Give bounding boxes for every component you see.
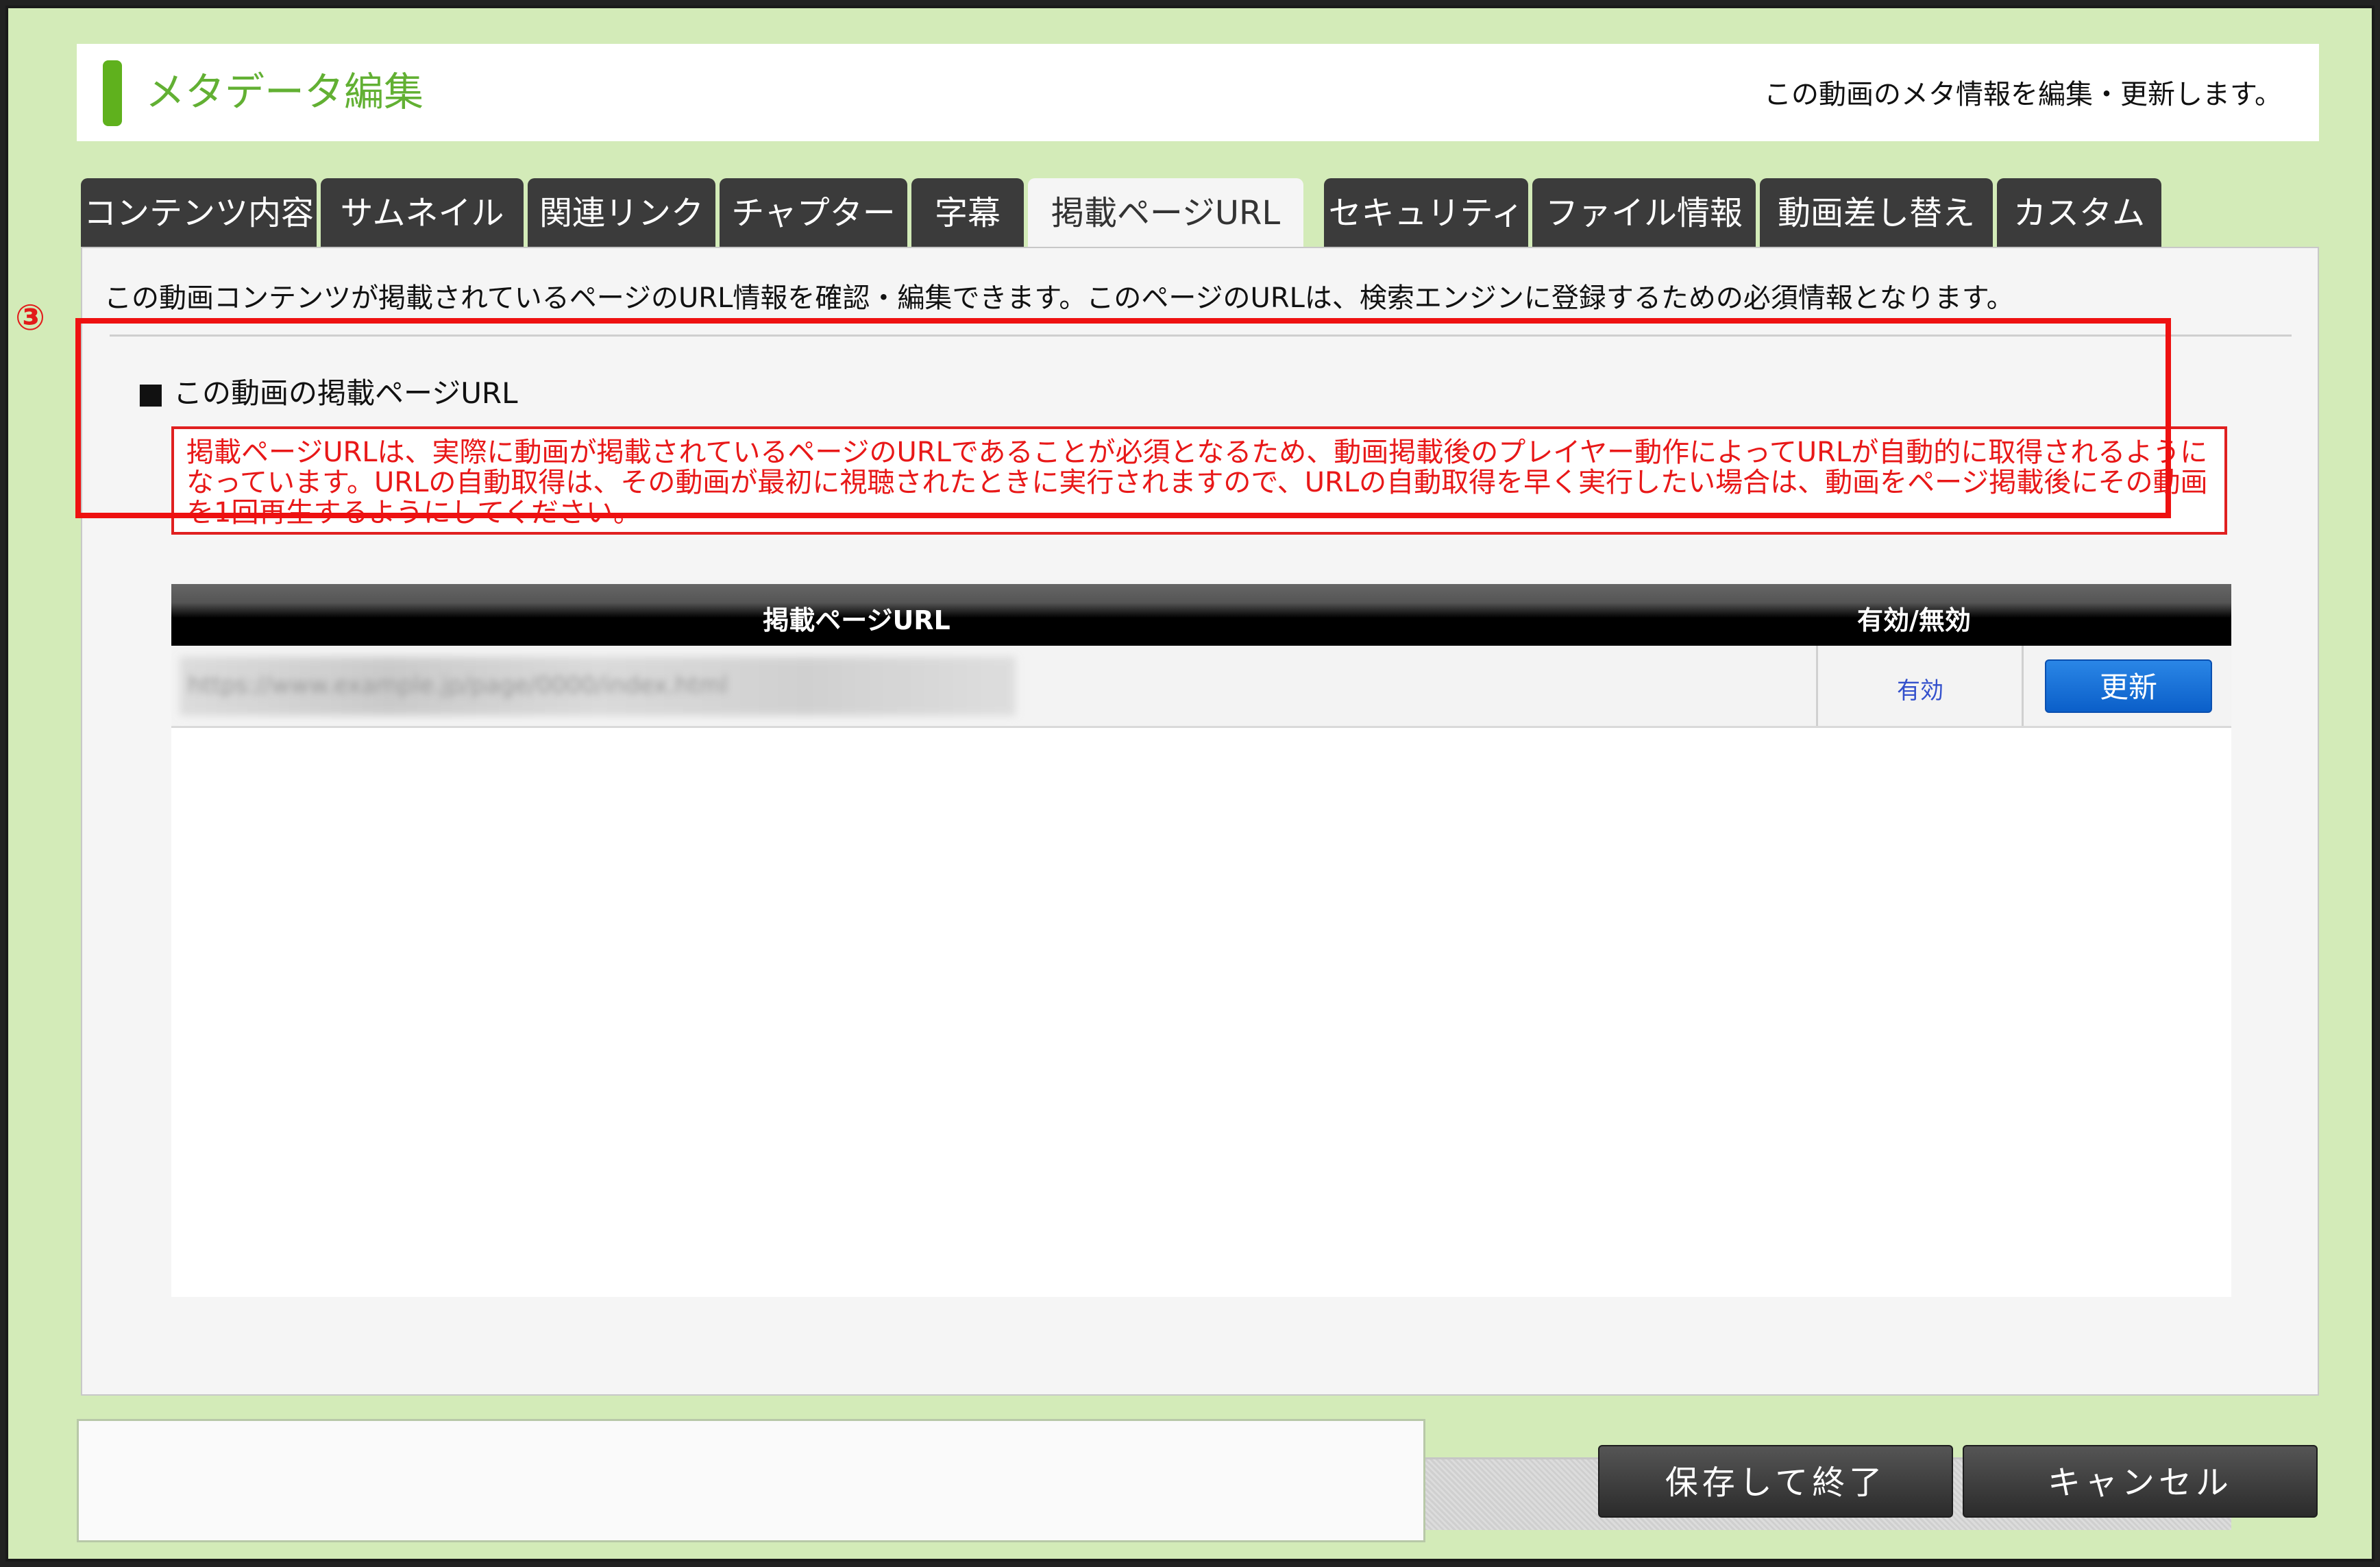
page-title: メタデータ編集 xyxy=(145,69,424,115)
tab-file-info[interactable]: ファイル情報 xyxy=(1532,178,1756,248)
dialog-header: メタデータ編集 この動画のメタ情報を編集・更新します。 xyxy=(77,44,2319,141)
status-toggle-link[interactable]: 有効 xyxy=(1897,672,1943,705)
cancel-button[interactable]: キャンセル xyxy=(1963,1445,2318,1518)
tab-security[interactable]: セキュリティ xyxy=(1324,178,1528,248)
tab-replace-video[interactable]: 動画差し替え xyxy=(1760,178,1993,248)
metadata-edit-dialog: メタデータ編集 この動画のメタ情報を編集・更新します。 コンテンツ内容 サムネイ… xyxy=(5,5,2375,1562)
table-header: 掲載ページURL 有効/無効 xyxy=(171,584,2231,646)
tab-related-links[interactable]: 関連リンク xyxy=(528,178,715,248)
tab-chapters[interactable]: チャプター xyxy=(720,178,907,248)
table-row: https://www.example.jp/page/0000/index.h… xyxy=(171,646,2231,728)
header-accent-bar xyxy=(103,60,122,126)
tab-subtitles[interactable]: 字幕 xyxy=(911,178,1024,248)
update-button[interactable]: 更新 xyxy=(2045,659,2212,713)
annotation-highlight-box xyxy=(75,318,2171,518)
save-and-close-button[interactable]: 保存して終了 xyxy=(1598,1445,1953,1518)
annotation-marker: ③ xyxy=(15,297,46,339)
cell-divider xyxy=(2022,646,2024,726)
tab-custom[interactable]: カスタム xyxy=(1997,178,2161,248)
tab-thumbnail[interactable]: サムネイル xyxy=(321,178,524,248)
cell-divider xyxy=(1816,646,1818,726)
column-header-url: 掲載ページURL xyxy=(763,605,950,635)
tab-content[interactable]: コンテンツ内容 xyxy=(81,178,317,248)
column-header-valid: 有効/無効 xyxy=(1857,605,1971,635)
url-table: 掲載ページURL 有効/無効 https://www.example.jp/pa… xyxy=(171,584,2231,1530)
tab-page-url[interactable]: 掲載ページURL xyxy=(1028,178,1303,250)
message-area xyxy=(77,1419,1425,1542)
panel-intro-text: この動画コンテンツが掲載されているページのURL情報を確認・編集できます。このペ… xyxy=(104,282,2014,314)
page-description: この動画のメタ情報を編集・更新します。 xyxy=(1764,79,2282,110)
url-cell-text: https://www.example.jp/page/0000/index.h… xyxy=(188,672,728,699)
